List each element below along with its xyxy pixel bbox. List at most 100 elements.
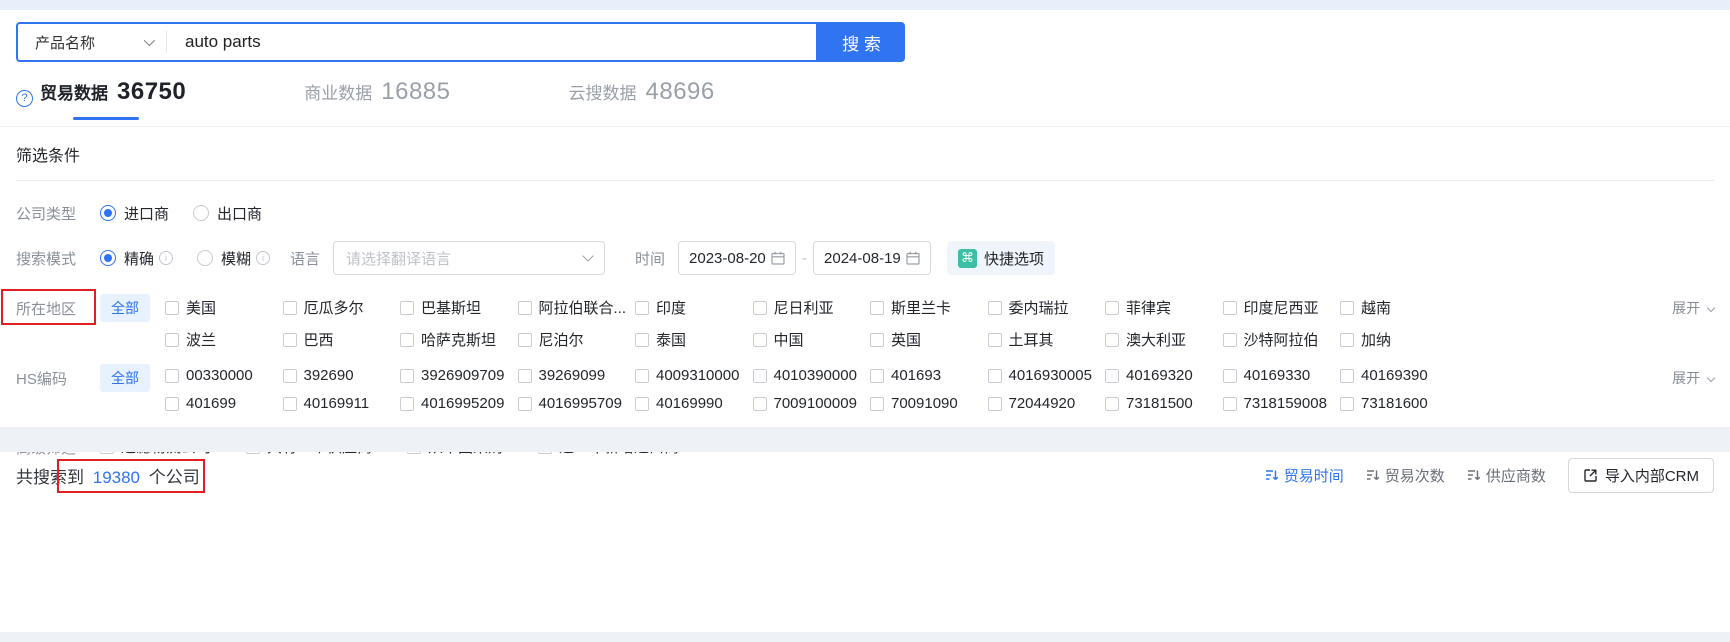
checkbox-icon[interactable] xyxy=(987,332,1002,347)
checkbox-icon[interactable] xyxy=(517,332,532,347)
region-checkbox[interactable]: 加纳 xyxy=(1340,329,1458,350)
checkbox-icon[interactable] xyxy=(282,300,297,315)
region-checkbox[interactable]: 哈萨克斯坦 xyxy=(400,329,518,350)
checkbox-icon[interactable] xyxy=(635,396,649,411)
checkbox-icon[interactable] xyxy=(870,368,884,383)
hscode-checkbox[interactable]: 40169390 xyxy=(1340,367,1458,384)
region-checkbox[interactable]: 巴基斯坦 xyxy=(400,297,518,318)
hscode-checkbox[interactable]: 4016995209 xyxy=(400,395,518,412)
checkbox-icon[interactable] xyxy=(987,300,1002,315)
region-checkbox[interactable]: 澳大利亚 xyxy=(1105,329,1223,350)
hscode-checkbox[interactable]: 4016930005 xyxy=(987,367,1106,384)
checkbox-icon[interactable] xyxy=(1340,300,1354,315)
checkbox-icon[interactable] xyxy=(517,396,532,411)
import-crm-button[interactable]: 导入内部CRM xyxy=(1567,457,1714,493)
region-checkbox[interactable]: 美国 xyxy=(165,297,283,318)
hscode-checkbox[interactable]: 3926909709 xyxy=(400,367,518,384)
checkbox-icon[interactable] xyxy=(1105,332,1119,347)
search-category-select[interactable]: 产品名称 xyxy=(18,32,166,53)
region-expand-button[interactable]: 展开 xyxy=(1672,297,1716,318)
region-checkbox[interactable]: 厄瓜多尔 xyxy=(282,297,401,318)
checkbox-icon[interactable] xyxy=(752,300,767,315)
checkbox-icon[interactable] xyxy=(165,396,179,411)
quick-options-button[interactable]: ⌘ 快捷选项 xyxy=(947,241,1056,275)
checkbox-icon[interactable] xyxy=(1222,300,1237,315)
language-select[interactable]: 请选择翻译语言 xyxy=(333,241,606,275)
hscode-checkbox[interactable]: 73181600 xyxy=(1340,395,1458,412)
hscode-checkbox[interactable]: 7318159008 xyxy=(1222,395,1341,412)
region-checkbox[interactable]: 波兰 xyxy=(165,329,283,350)
region-checkbox[interactable]: 委内瑞拉 xyxy=(987,297,1106,318)
region-checkbox[interactable]: 阿拉伯联合... xyxy=(517,297,636,318)
info-icon[interactable]: i xyxy=(256,251,271,265)
checkbox-icon[interactable] xyxy=(165,332,179,347)
hscode-checkbox[interactable]: 392690 xyxy=(282,367,401,384)
help-icon[interactable]: ? xyxy=(16,89,33,107)
region-checkbox[interactable]: 土耳其 xyxy=(987,329,1106,350)
checkbox-icon[interactable] xyxy=(400,396,414,411)
checkbox-icon[interactable] xyxy=(282,396,297,411)
hscode-checkbox[interactable]: 40169990 xyxy=(635,395,753,412)
hscode-checkbox[interactable]: 40169320 xyxy=(1105,367,1223,384)
region-checkbox[interactable]: 印度尼西亚 xyxy=(1222,297,1341,318)
region-checkbox[interactable]: 尼泊尔 xyxy=(517,329,636,350)
start-date-picker[interactable]: 2023-08-20 xyxy=(678,241,797,275)
region-checkbox[interactable]: 菲律宾 xyxy=(1105,297,1223,318)
hscode-all-tag[interactable]: 全部 xyxy=(100,364,150,392)
checkbox-icon[interactable] xyxy=(1105,300,1119,315)
checkbox-icon[interactable] xyxy=(1340,332,1354,347)
tab-business-data[interactable]: 商业数据 16885 xyxy=(304,78,450,106)
tab-cloud-data[interactable]: 云搜数据 48696 xyxy=(569,78,715,106)
checkbox-icon[interactable] xyxy=(870,396,884,411)
hscode-checkbox[interactable]: 39269099 xyxy=(517,367,636,384)
hscode-checkbox[interactable]: 7009100009 xyxy=(752,395,871,412)
checkbox-icon[interactable] xyxy=(400,368,414,383)
hscode-checkbox[interactable]: 40169911 xyxy=(282,395,401,412)
checkbox-icon[interactable] xyxy=(517,368,532,383)
hscode-checkbox[interactable]: 401693 xyxy=(870,367,988,384)
checkbox-icon[interactable] xyxy=(987,396,1002,411)
checkbox-icon[interactable] xyxy=(752,396,767,411)
checkbox-icon[interactable] xyxy=(1340,368,1354,383)
tab-trade-data[interactable]: ? 贸易数据 36750 xyxy=(16,78,186,107)
region-checkbox[interactable]: 巴西 xyxy=(282,329,401,350)
hscode-expand-button[interactable]: 展开 xyxy=(1672,367,1716,388)
hscode-checkbox[interactable]: 40169330 xyxy=(1222,367,1341,384)
region-checkbox[interactable]: 英国 xyxy=(870,329,988,350)
checkbox-icon[interactable] xyxy=(635,332,649,347)
checkbox-icon[interactable] xyxy=(987,368,1002,383)
checkbox-icon[interactable] xyxy=(870,332,884,347)
sort-trade-time[interactable]: 贸易时间 xyxy=(1265,465,1344,486)
radio-exporter[interactable]: 出口商 xyxy=(193,203,262,224)
checkbox-icon[interactable] xyxy=(165,300,179,315)
hscode-checkbox[interactable]: 73181500 xyxy=(1105,395,1223,412)
checkbox-icon[interactable] xyxy=(1222,332,1237,347)
checkbox-icon[interactable] xyxy=(635,300,649,315)
region-checkbox[interactable]: 泰国 xyxy=(635,329,753,350)
region-all-tag[interactable]: 全部 xyxy=(100,294,150,322)
checkbox-icon[interactable] xyxy=(282,368,297,383)
hscode-checkbox[interactable]: 4016995709 xyxy=(517,395,636,412)
checkbox-icon[interactable] xyxy=(165,368,179,383)
region-checkbox[interactable]: 尼日利亚 xyxy=(752,297,871,318)
checkbox-icon[interactable] xyxy=(1105,396,1119,411)
radio-fuzzy[interactable]: 模糊 i xyxy=(197,248,271,269)
hscode-checkbox[interactable]: 72044920 xyxy=(987,395,1106,412)
hscode-checkbox[interactable]: 4010390000 xyxy=(752,367,871,384)
end-date-picker[interactable]: 2024-08-19 xyxy=(813,241,932,275)
region-checkbox[interactable]: 印度 xyxy=(635,297,753,318)
checkbox-icon[interactable] xyxy=(635,368,649,383)
hscode-checkbox[interactable]: 70091090 xyxy=(870,395,988,412)
hscode-checkbox[interactable]: 401699 xyxy=(165,395,283,412)
checkbox-icon[interactable] xyxy=(400,300,414,315)
sort-trade-count[interactable]: 贸易次数 xyxy=(1366,465,1445,486)
checkbox-icon[interactable] xyxy=(1222,368,1237,383)
radio-exact[interactable]: 精确 i xyxy=(100,248,174,269)
checkbox-icon[interactable] xyxy=(517,300,532,315)
sort-supplier-count[interactable]: 供应商数 xyxy=(1467,465,1546,486)
checkbox-icon[interactable] xyxy=(1105,368,1119,383)
hscode-checkbox[interactable]: 00330000 xyxy=(165,367,283,384)
region-checkbox[interactable]: 越南 xyxy=(1340,297,1458,318)
region-checkbox[interactable]: 斯里兰卡 xyxy=(870,297,988,318)
search-button[interactable]: 搜 索 xyxy=(818,22,905,62)
